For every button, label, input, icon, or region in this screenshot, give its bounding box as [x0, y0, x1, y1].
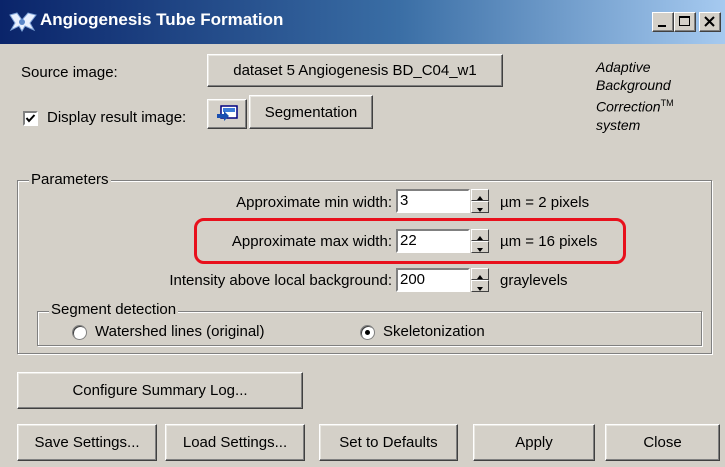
display-result-label: Display result image:	[47, 109, 187, 126]
min-width-up[interactable]	[471, 189, 489, 201]
title-bar[interactable]: Angiogenesis Tube Formation	[0, 0, 725, 44]
app-icon	[9, 12, 37, 32]
skeletonization-label[interactable]: Skeletonization	[383, 323, 485, 340]
min-width-unit: µm = 2 pixels	[500, 194, 590, 211]
arrow-down-icon	[477, 208, 483, 212]
abc-branding: Adaptive Background CorrectionTM system	[596, 58, 674, 134]
skeletonization-radio[interactable]	[360, 325, 375, 340]
configure-summary-log-button[interactable]: Configure Summary Log...	[17, 372, 303, 409]
dialog-window: Angiogenesis Tube Formation Source image…	[0, 0, 725, 467]
parameters-title: Parameters	[29, 171, 111, 188]
save-settings-button[interactable]: Save Settings...	[17, 424, 157, 461]
checkmark-icon	[25, 114, 36, 123]
min-width-down[interactable]	[471, 201, 489, 213]
intensity-input[interactable]: 200	[396, 268, 470, 292]
arrow-down-icon	[477, 287, 483, 291]
branding-line-4: system	[596, 116, 641, 133]
watershed-label[interactable]: Watershed lines (original)	[95, 323, 265, 340]
source-image-button[interactable]: dataset 5 Angiogenesis BD_C04_w1	[207, 54, 503, 87]
display-image-icon	[217, 105, 238, 121]
segmentation-button[interactable]: Segmentation	[249, 95, 373, 129]
branding-line-1: Adaptive	[596, 59, 651, 75]
watershed-radio[interactable]	[72, 325, 87, 340]
load-settings-button[interactable]: Load Settings...	[165, 424, 305, 461]
min-width-label: Approximate min width:	[236, 194, 392, 211]
highlight-annotation	[194, 218, 626, 264]
set-defaults-button[interactable]: Set to Defaults	[319, 424, 458, 461]
radio-selected-dot	[365, 330, 370, 335]
window-title: Angiogenesis Tube Formation	[40, 10, 284, 29]
apply-button[interactable]: Apply	[473, 424, 595, 461]
intensity-down[interactable]	[471, 280, 489, 292]
display-result-checkbox[interactable]	[23, 111, 38, 126]
intensity-stepper[interactable]	[471, 268, 489, 292]
trademark-mark: TM	[660, 98, 674, 108]
intensity-unit: graylevels	[500, 272, 568, 289]
branding-line-2: Background	[596, 77, 671, 93]
source-image-label: Source image:	[21, 64, 118, 81]
minimize-icon	[658, 25, 666, 27]
intensity-up[interactable]	[471, 268, 489, 280]
maximize-icon	[679, 16, 690, 26]
min-width-stepper[interactable]	[471, 189, 489, 213]
close-icon	[704, 16, 715, 27]
display-image-button[interactable]	[207, 99, 247, 129]
close-window-button[interactable]	[699, 12, 721, 32]
branding-line-3: CorrectionTM	[596, 98, 674, 115]
minimize-button[interactable]	[652, 12, 674, 32]
segment-detection-title: Segment detection	[49, 301, 179, 318]
intensity-label: Intensity above local background:	[169, 272, 392, 289]
min-width-input[interactable]: 3	[396, 189, 470, 213]
maximize-button[interactable]	[674, 12, 696, 32]
close-button[interactable]: Close	[605, 424, 720, 461]
